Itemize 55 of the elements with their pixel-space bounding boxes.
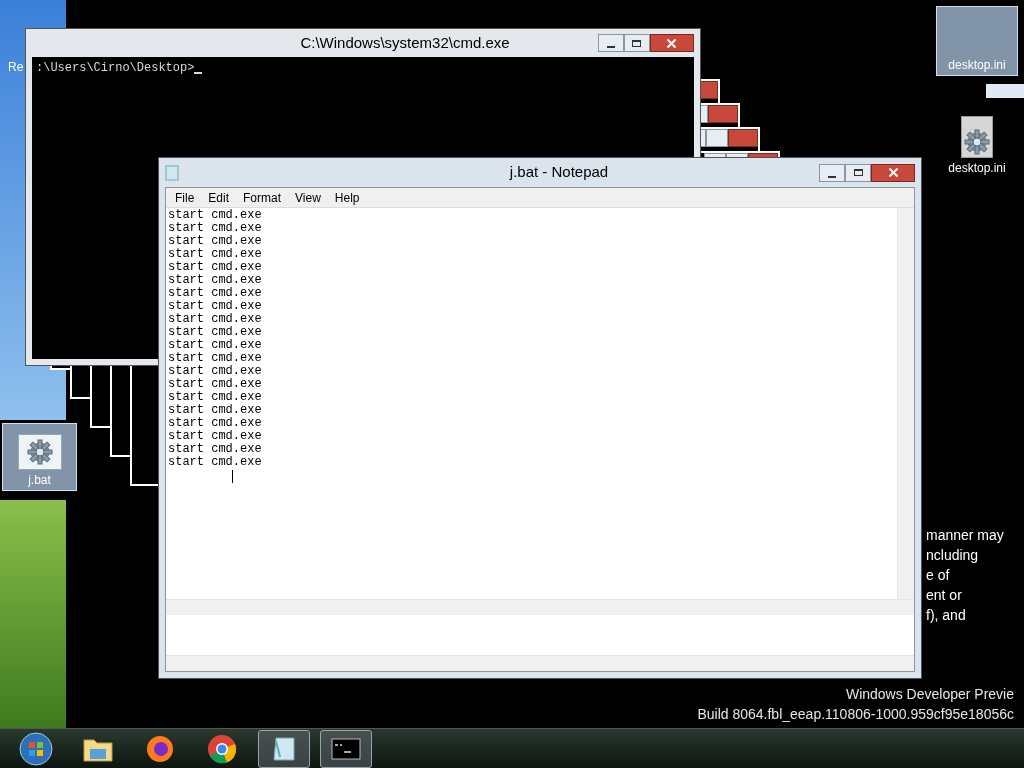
taskbar-button[interactable]	[320, 729, 372, 768]
desktop-icon[interactable]: desktop.ini	[936, 112, 1018, 178]
close-button[interactable]	[650, 34, 694, 52]
menu-item[interactable]: Help	[327, 188, 367, 207]
menu-item[interactable]: Edit	[201, 188, 237, 207]
taskbar-button[interactable]	[258, 729, 310, 768]
text-line: start cmd.exe	[168, 378, 263, 391]
text-line: start cmd.exe	[168, 365, 263, 378]
console-text: :\Users\Cirno\Desktop>	[36, 60, 195, 77]
gear-icon	[962, 127, 992, 157]
gear-icon	[24, 437, 55, 467]
text-line: start cmd.exe	[168, 313, 263, 326]
build-info-text: Windows Developer Previe	[845, 685, 1014, 704]
text-line: start cmd.exe	[168, 235, 263, 248]
text-line: start cmd.exe	[168, 352, 263, 365]
maximize-button[interactable]	[845, 163, 871, 182]
firefox-icon	[145, 733, 175, 764]
horizontal-scrollbar[interactable]	[166, 599, 914, 615]
text-line: start cmd.exe	[168, 300, 263, 313]
menu-item[interactable]: File	[168, 188, 202, 207]
notepad-icon	[165, 164, 179, 181]
text-line: start cmd.exe	[168, 209, 263, 222]
menu-item[interactable]: View	[288, 188, 328, 207]
text-line: start cmd.exe	[168, 261, 263, 274]
chrome-icon	[207, 733, 237, 764]
text-line: start cmd.exe	[168, 391, 263, 404]
notepad-icon	[270, 734, 298, 763]
vertical-scrollbar[interactable]	[897, 208, 914, 599]
icon-label: Re	[8, 59, 24, 76]
text-line: start cmd.exe	[168, 326, 263, 339]
text-line: start cmd.exe	[168, 339, 263, 352]
menu-item[interactable]: Format	[236, 188, 289, 207]
close-icon	[888, 168, 898, 177]
text-cursor	[232, 470, 233, 483]
close-icon	[667, 38, 677, 48]
text-line: start cmd.exe	[168, 404, 263, 417]
text-line: start cmd.exe	[168, 417, 263, 430]
command-prompt-icon	[331, 737, 361, 760]
minimize-button[interactable]	[819, 163, 845, 182]
text-line: start cmd.exe	[168, 287, 263, 300]
text-line: start cmd.exe	[168, 443, 263, 456]
text-line: start cmd.exe	[168, 430, 263, 443]
maximize-button[interactable]	[624, 34, 650, 52]
close-button[interactable]	[871, 163, 915, 182]
text-line: start cmd.exe	[168, 456, 263, 469]
build-info-text: Build 8064.fbl_eeap.110806-1000.959cf95e18056c	[697, 705, 1014, 724]
text-line: start cmd.exe	[168, 248, 263, 261]
wallpaper-strip	[986, 84, 1024, 98]
text-line: start cmd.exe	[168, 222, 263, 235]
text-line: start cmd.exe	[168, 274, 263, 287]
horizontal-scrollbar[interactable]	[166, 655, 914, 671]
start-orb-icon	[19, 731, 53, 766]
minimize-button[interactable]	[598, 34, 624, 52]
console-cursor	[194, 72, 203, 74]
notepad-window: j.bat - Notepad File Edit Format View Help start cmd.exe start cmd.exe start cmd.exe start cmd.exe start cmd.exe start cmd.exe start cmd.exe start cmd.exe start cmd.exe start cmd.exe start cmd.exe start cmd.exe start cmd.exe start cmd.exe start cmd.exe start cmd.exe start cmd.exe start cmd.exe start cmd.exe start cmd.exe	[158, 157, 922, 679]
